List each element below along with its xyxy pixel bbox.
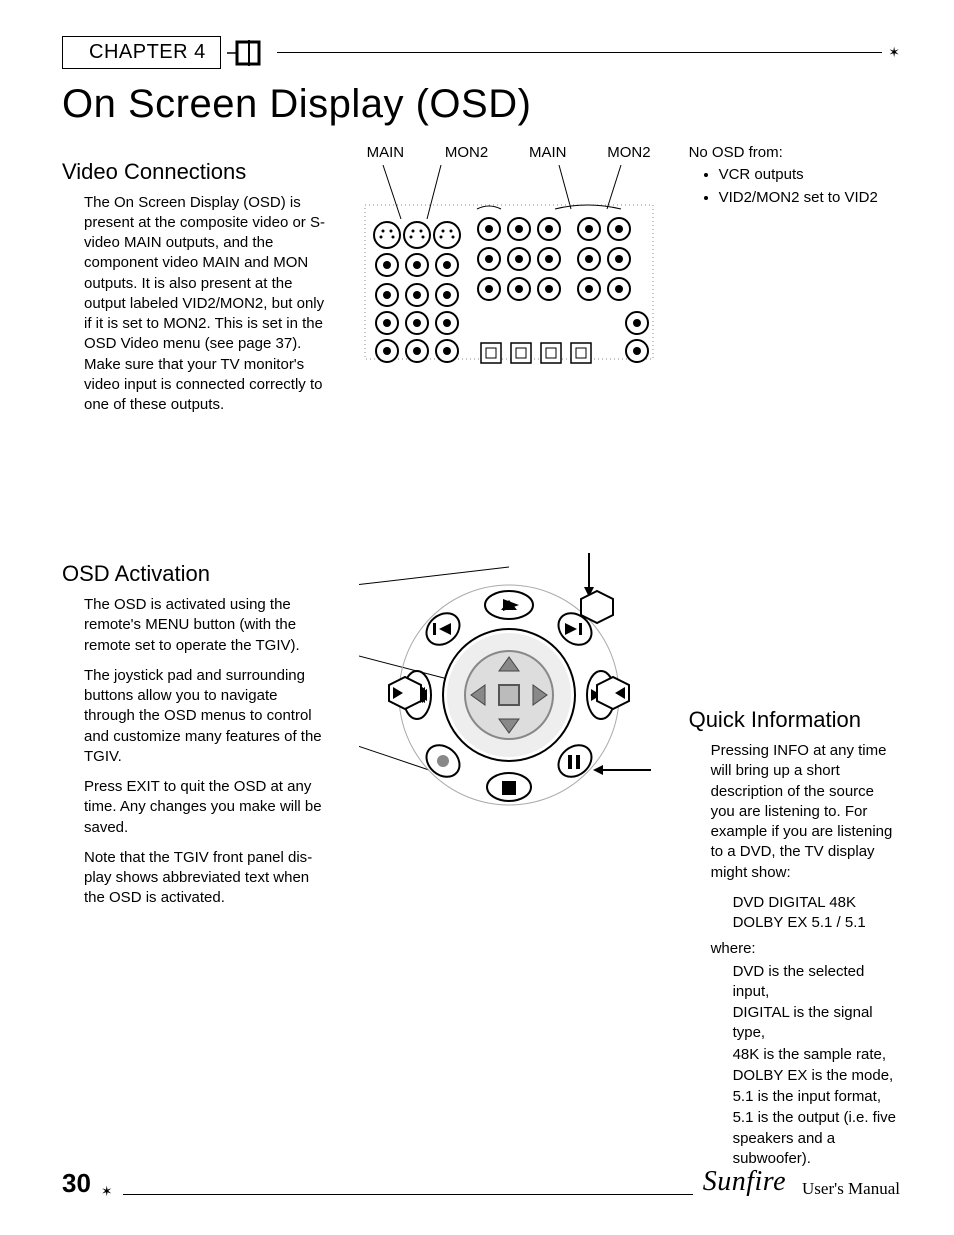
qi-line: 48K is the sample rate, [733, 1045, 900, 1065]
label-main-1: MAIN [367, 143, 405, 163]
quick-info-body: Pressing INFO at any time will bring up … [689, 741, 900, 883]
quick-info-list: DVD is the selected input, DIGITAL is th… [689, 962, 900, 1170]
section-quick-info: Quick Information [689, 705, 900, 735]
osd-act-p3: Press EXIT to quit the OSD at any time. … [62, 777, 329, 838]
no-osd-item: VCR outputs [719, 165, 900, 185]
page-footer: 30 ✶ Sunfire User's Manual [62, 1163, 900, 1201]
star-icon: ✶ [101, 1182, 113, 1201]
header-rule [277, 52, 883, 53]
no-osd-list: VCR outputs VID2/MON2 set to VID2 [689, 165, 900, 208]
qi-line: DOLBY EX is the mode, [733, 1066, 900, 1086]
page-number: 30 [62, 1166, 91, 1201]
qi-line: 5.1 is the input format, [733, 1087, 900, 1107]
brand-name: Sunfire [703, 1163, 786, 1201]
chapter-header: CHAPTER 4 ✶ [62, 36, 900, 69]
osd-act-p2: The joystick pad and surround­ing button… [62, 666, 329, 767]
star-icon: ✶ [888, 43, 900, 62]
remote-control-diagram [359, 545, 659, 805]
osd-act-p1: The OSD is activated using the remote's … [62, 595, 329, 656]
rear-panel-diagram [359, 165, 659, 395]
example-line: DVD DIGITAL 48K [733, 893, 900, 913]
no-osd-item: VID2/MON2 set to VID2 [719, 188, 900, 208]
footer-rule [123, 1194, 693, 1195]
qi-line: DVD is the selected input, [733, 962, 900, 1003]
video-connections-body: The On Screen Display (OSD) is present a… [62, 193, 329, 416]
chapter-icon [227, 38, 271, 68]
quick-info-example: DVD DIGITAL 48K DOLBY EX 5.1 / 5.1 [689, 893, 900, 934]
label-mon2-2: MON2 [607, 143, 650, 163]
chapter-label: CHAPTER 4 [62, 36, 221, 69]
label-main-2: MAIN [529, 143, 567, 163]
section-osd-activation: OSD Activation [62, 559, 329, 589]
manual-label: User's Manual [802, 1178, 900, 1201]
osd-act-p4: Note that the TGIV front panel dis­play … [62, 848, 329, 909]
diagram-labels: MAIN MON2 MAIN MON2 [359, 143, 659, 163]
example-line: DOLBY EX 5.1 / 5.1 [733, 913, 900, 933]
qi-line: DIGITAL is the signal type, [733, 1003, 900, 1044]
page-title: On Screen Display (OSD) [62, 77, 900, 131]
no-osd-heading: No OSD from: [689, 143, 900, 163]
section-video-connections: Video Connections [62, 157, 329, 187]
qi-line: 5.1 is the output (i.e. five speakers an… [733, 1108, 900, 1169]
quick-info-where: where: [689, 939, 900, 959]
label-mon2-1: MON2 [445, 143, 488, 163]
